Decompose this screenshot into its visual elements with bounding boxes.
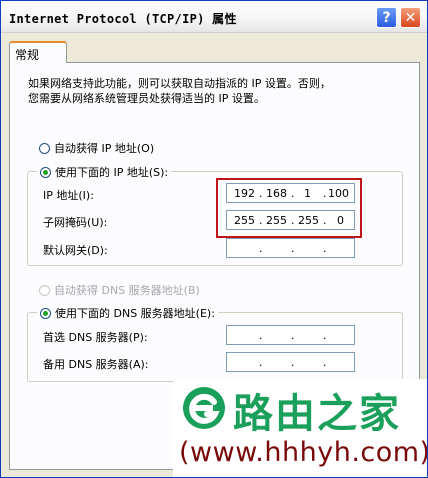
radio-manual-dns-circle[interactable] — [40, 307, 51, 319]
alternate-dns-input[interactable]: . . . — [226, 352, 355, 372]
radio-auto-dns: 自动获得 DNS 服务器地址(B) — [39, 282, 200, 298]
preferred-dns-input[interactable]: . . . — [226, 325, 355, 345]
radio-auto-dns-circle — [39, 284, 50, 296]
radio-auto-ip-label: 自动获得 IP 地址(O) — [54, 142, 155, 155]
highlight-box — [216, 178, 362, 238]
tab-general[interactable]: 常规 — [9, 41, 67, 63]
routerhome-logo-icon — [183, 387, 225, 429]
radio-auto-ip-circle[interactable] — [39, 142, 50, 154]
radio-manual-ip-circle[interactable] — [40, 166, 51, 178]
window-title: Internet Protocol (TCP/IP) 属性 — [9, 12, 237, 26]
watermark-brand: 路由之家 — [233, 391, 401, 437]
radio-auto-dns-label: 自动获得 DNS 服务器地址(B) — [54, 284, 200, 297]
intro-line-2: 您需要从网络系统管理员处获得适当的 IP 设置。 — [28, 92, 265, 105]
tcpip-properties-dialog: Internet Protocol (TCP/IP) 属性 ? ✕ 常规 如果网… — [0, 0, 428, 478]
subnet-mask-label: 子网掩码(U): — [43, 216, 108, 229]
radio-auto-ip[interactable]: 自动获得 IP 地址(O) — [39, 140, 154, 156]
close-button[interactable]: ✕ — [400, 7, 421, 28]
radio-manual-ip[interactable]: 使用下面的 IP 地址(S): — [37, 164, 172, 180]
radio-manual-dns[interactable]: 使用下面的 DNS 服务器地址(E): — [37, 305, 218, 321]
alternate-dns-label: 备用 DNS 服务器(A): — [43, 358, 149, 371]
default-gateway-label: 默认网关(D): — [43, 244, 108, 257]
close-icon: ✕ — [404, 9, 417, 26]
title-bar[interactable]: Internet Protocol (TCP/IP) 属性 ? ✕ — [1, 1, 427, 33]
watermark-overlay: 路由之家 (www.hhhyh.com) — [173, 379, 428, 477]
help-button[interactable]: ? — [376, 7, 397, 28]
radio-manual-dns-label: 使用下面的 DNS 服务器地址(E): — [55, 307, 215, 320]
default-gateway-input[interactable]: . . . — [226, 238, 355, 258]
watermark-url: (www.hhhyh.com) — [179, 437, 428, 468]
preferred-dns-label: 首选 DNS 服务器(P): — [43, 331, 148, 344]
help-icon: ? — [382, 9, 391, 26]
intro-line-1: 如果网络支持此功能，则可以获取自动指派的 IP 设置。否则， — [28, 77, 331, 90]
radio-manual-ip-label: 使用下面的 IP 地址(S): — [55, 166, 169, 179]
ip-address-label: IP 地址(I): — [43, 189, 94, 202]
intro-text: 如果网络支持此功能，则可以获取自动指派的 IP 设置。否则， 您需要从网络系统管… — [28, 76, 388, 106]
